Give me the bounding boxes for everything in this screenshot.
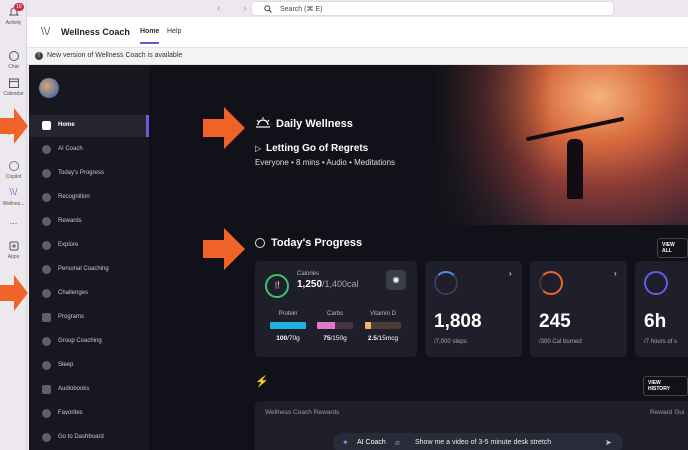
- annotation-arrows: [0, 107, 245, 311]
- annotation-arrow-challenges: [0, 275, 28, 311]
- annotation-arrow-home: [0, 108, 28, 144]
- annotation-arrow-progress: [203, 228, 245, 270]
- annotation-arrow-daily: [203, 107, 245, 149]
